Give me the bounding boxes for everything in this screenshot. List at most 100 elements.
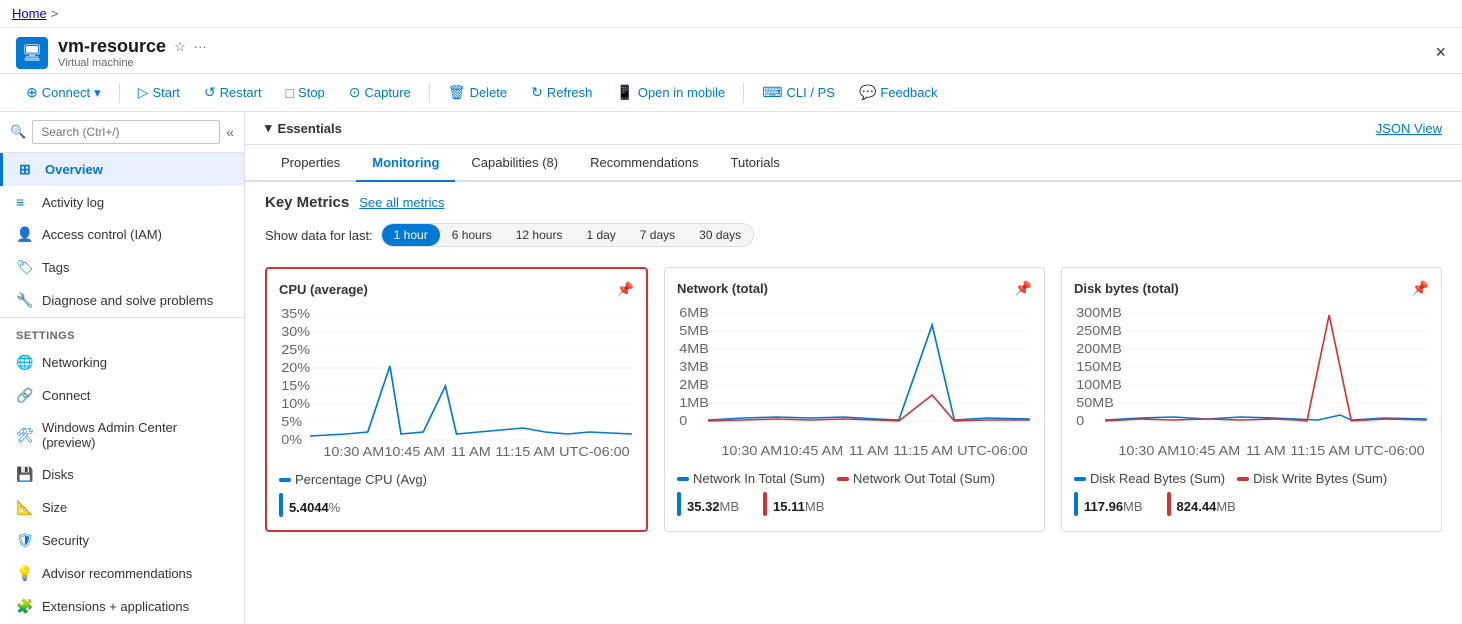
cpu-pin-icon[interactable]: 📌	[617, 281, 634, 298]
disk-chart-title: Disk bytes (total) 📌	[1074, 280, 1429, 297]
sidebar-item-security[interactable]: 🛡 Security	[0, 524, 244, 557]
sidebar-search-container: 🔍 «	[0, 112, 244, 153]
open-mobile-button[interactable]: 📱 Open in mobile	[606, 80, 735, 105]
breadcrumb-home[interactable]: Home	[12, 6, 47, 21]
tab-tutorials[interactable]: Tutorials	[715, 145, 796, 182]
time-label: Show data for last:	[265, 228, 373, 243]
sidebar-item-connect[interactable]: 🔗 Connect	[0, 379, 244, 412]
capture-button[interactable]: ⊙ Capture	[339, 80, 421, 105]
advisor-icon: 💡	[16, 565, 32, 582]
svg-text:4MB: 4MB	[679, 342, 709, 356]
restart-button[interactable]: ↺ Restart	[194, 80, 272, 105]
stop-button[interactable]: □ Stop	[276, 81, 335, 105]
tab-recommendations[interactable]: Recommendations	[574, 145, 714, 182]
sidebar-item-diagnose[interactable]: 🔧 Diagnose and solve problems	[0, 284, 244, 317]
sidebar-item-overview[interactable]: ⊞ Overview	[0, 153, 244, 186]
network-chart-legend: Network In Total (Sum) Network Out Total…	[677, 471, 1032, 486]
vm-type: Virtual machine	[58, 57, 207, 69]
delete-button[interactable]: 🗑 Delete	[438, 80, 517, 105]
connect-dropdown-icon: ▾	[94, 85, 101, 101]
sidebar-item-activity-log[interactable]: ≡ Activity log	[0, 186, 244, 218]
tags-icon: 🏷	[16, 259, 32, 276]
security-icon: 🛡	[16, 532, 32, 549]
disk-write-value-block: 824.44MB	[1167, 490, 1236, 517]
cli-ps-button[interactable]: ⌨ CLI / PS	[752, 80, 845, 105]
svg-text:11:15 AM UTC-06:00: 11:15 AM UTC-06:00	[1290, 444, 1425, 458]
essentials-bar: ▾ Essentials JSON View	[245, 112, 1462, 145]
access-control-icon: 👤	[16, 226, 32, 243]
more-icon[interactable]: ···	[194, 39, 207, 54]
close-button[interactable]: ×	[1435, 42, 1446, 63]
time-pills: 1 hour 6 hours 12 hours 1 day 7 days 30 …	[381, 223, 755, 247]
network-pin-icon[interactable]: 📌	[1015, 280, 1032, 297]
page-header: 🖥 vm-resource ☆ ··· Virtual machine ×	[0, 28, 1462, 74]
cpu-chart-area: 35% 30% 25% 20% 15% 10% 5% 0%	[279, 306, 634, 466]
disk-write-dot	[1237, 477, 1249, 481]
header-left: 🖥 vm-resource ☆ ··· Virtual machine	[16, 36, 207, 69]
networking-icon: 🌐	[16, 354, 32, 371]
favorite-icon[interactable]: ☆	[174, 39, 186, 55]
tab-properties[interactable]: Properties	[265, 145, 356, 182]
collapse-sidebar-button[interactable]: «	[226, 124, 234, 140]
feedback-button[interactable]: 💬 Feedback	[849, 80, 948, 105]
sidebar-item-tags[interactable]: 🏷 Tags	[0, 251, 244, 284]
disk-values-row: 117.96MB 824.44MB	[1074, 490, 1429, 517]
disk-pin-icon[interactable]: 📌	[1412, 280, 1429, 297]
sidebar-item-size[interactable]: 📐 Size	[0, 491, 244, 524]
sidebar-item-windows-admin[interactable]: 🛠 Windows Admin Center (preview)	[0, 412, 244, 458]
cpu-legend-dot	[279, 478, 291, 482]
disk-chart-svg: 300MB 250MB 200MB 150MB 100MB 50MB 0	[1074, 305, 1429, 465]
time-pill-7d[interactable]: 7 days	[628, 224, 687, 246]
svg-text:20%: 20%	[281, 361, 310, 375]
svg-text:10:45 AM: 10:45 AM	[782, 444, 843, 458]
restart-icon: ↺	[204, 84, 216, 101]
tab-capabilities[interactable]: Capabilities (8)	[455, 145, 574, 182]
time-pill-12h[interactable]: 12 hours	[504, 224, 575, 246]
search-icon: 🔍	[10, 124, 26, 140]
network-out-bar	[763, 492, 767, 516]
svg-text:10%: 10%	[281, 397, 310, 411]
capture-icon: ⊙	[349, 84, 361, 101]
breadcrumb-separator: >	[51, 6, 59, 21]
svg-text:6MB: 6MB	[679, 306, 709, 320]
tab-monitoring[interactable]: Monitoring	[356, 145, 455, 182]
sidebar-item-networking[interactable]: 🌐 Networking	[0, 346, 244, 379]
svg-text:3MB: 3MB	[679, 360, 709, 374]
svg-text:10:45 AM: 10:45 AM	[384, 445, 445, 459]
see-all-metrics-link[interactable]: See all metrics	[359, 195, 444, 210]
sidebar-item-advisor[interactable]: 💡 Advisor recommendations	[0, 557, 244, 590]
key-metrics-header: Key Metrics See all metrics	[245, 182, 1462, 219]
svg-text:0%: 0%	[281, 433, 302, 447]
svg-text:2MB: 2MB	[679, 378, 709, 392]
refresh-button[interactable]: ↻ Refresh	[521, 80, 602, 105]
search-input[interactable]	[32, 120, 220, 144]
feedback-icon: 💬	[859, 84, 876, 101]
disks-icon: 💾	[16, 466, 32, 483]
disk-read-bar	[1074, 492, 1078, 516]
time-pill-1h[interactable]: 1 hour	[382, 224, 440, 246]
svg-text:10:30 AM: 10:30 AM	[323, 445, 384, 459]
essentials-label: Essentials	[278, 121, 342, 136]
start-button[interactable]: ▷ Start	[128, 80, 190, 105]
network-chart-title: Network (total) 📌	[677, 280, 1032, 297]
time-pill-30d[interactable]: 30 days	[687, 224, 753, 246]
disk-chart-legend: Disk Read Bytes (Sum) Disk Write Bytes (…	[1074, 471, 1429, 486]
essentials-toggle[interactable]: ▾ Essentials	[265, 120, 342, 136]
time-pill-6h[interactable]: 6 hours	[440, 224, 504, 246]
json-view-link[interactable]: JSON View	[1376, 121, 1442, 136]
size-icon: 📐	[16, 499, 32, 516]
sidebar-item-access-control[interactable]: 👤 Access control (IAM)	[0, 218, 244, 251]
sidebar-item-disks[interactable]: 💾 Disks	[0, 458, 244, 491]
cpu-value-bar	[279, 493, 283, 517]
disk-chart-card: Disk bytes (total) 📌 300MB 250MB 200MB 1…	[1061, 267, 1442, 532]
svg-text:300MB: 300MB	[1076, 306, 1122, 320]
time-pill-1d[interactable]: 1 day	[574, 224, 627, 246]
svg-text:5MB: 5MB	[679, 324, 709, 338]
toolbar-divider-1	[119, 83, 120, 103]
connect-button[interactable]: ⊕ Connect ▾	[16, 80, 111, 105]
connect-icon: ⊕	[26, 84, 38, 101]
toolbar-divider-3	[743, 83, 744, 103]
cpu-values-row: 5.4044%	[279, 491, 634, 518]
sidebar-item-extensions[interactable]: 🧩 Extensions + applications	[0, 590, 244, 623]
charts-grid: CPU (average) 📌 35% 30% 25% 20% 15% 10% …	[245, 259, 1462, 548]
